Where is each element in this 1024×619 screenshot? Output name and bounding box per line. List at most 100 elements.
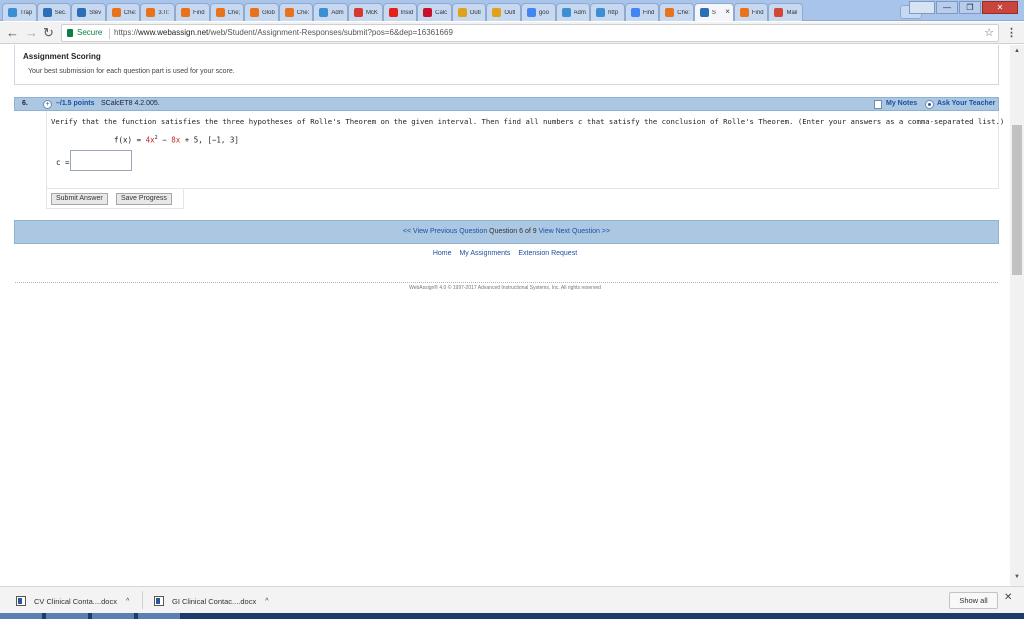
url-host: www.webassign.net [138,28,209,37]
next-question-link[interactable]: View Next Question >> [539,228,610,235]
question-header: 6. + –/1.5 points SCalcET8 4.2.005. My N… [14,97,999,111]
scoring-text: Your best submission for each question p… [28,68,235,75]
browser-tab[interactable]: Adm [555,3,591,21]
question-prompt: Verify that the function satisfies the t… [51,117,1004,126]
browser-tab[interactable]: Che: [659,3,694,21]
previous-question-link[interactable]: << View Previous Question [403,228,487,235]
chegg-icon [284,8,294,17]
maximize-button[interactable]: ❐ [959,1,981,14]
browser-tab[interactable]: Che: [278,3,314,21]
browser-window: Trap Sec. Stev Che: 3.IT: Find Che; Glob Che: Adm… [0,0,1024,619]
browser-tab[interactable]: McK [347,3,383,21]
browser-tab[interactable]: S × [693,3,734,21]
formula-term-2: 8x [171,135,181,145]
tab-label: Stev [89,9,102,16]
browser-tab[interactable]: Stev [71,3,106,21]
triangle-icon [596,8,606,17]
my-assignments-link[interactable]: My Assignments [459,250,510,257]
url-path: /web/Student/Assignment-Responses/submit… [208,28,453,37]
browser-tab[interactable]: goo [520,3,556,21]
taskbar-item[interactable] [92,613,134,619]
tab-close-icon[interactable]: × [725,7,730,16]
assignment-scoring-panel: Assignment Scoring Your best submission … [14,45,999,85]
umd-icon [423,8,433,17]
browser-tab[interactable]: Adm [313,3,348,21]
scoring-title: Assignment Scoring [23,52,101,61]
browser-tab[interactable]: http [590,3,625,21]
tab-label: Adm [573,9,586,16]
page-scrollbar[interactable]: ▲ ▼ [1010,45,1024,586]
url-text[interactable]: https://www.webassign.net/web/Student/As… [114,28,453,37]
browser-tab[interactable]: Outl [451,3,487,21]
scroll-down-arrow-icon[interactable]: ▼ [1014,574,1020,580]
browser-tab[interactable]: Outl [486,3,521,21]
browser-tab[interactable]: Mail [768,3,804,21]
submit-answer-button[interactable]: Submit Answer [51,193,108,205]
address-bar[interactable]: Secure https://www.webassign.net/web/Stu… [61,24,999,42]
chegg-icon [739,8,749,17]
tab-label: Insid [400,9,414,16]
tab-label: Mail [786,9,798,16]
tab-label: Sec. [54,9,67,16]
browser-tab[interactable]: Find [733,3,769,21]
browser-tab[interactable]: Che; [209,3,245,21]
scroll-up-arrow-icon[interactable]: ▲ [1014,48,1020,54]
ask-teacher-link[interactable]: Ask Your Teacher [937,100,995,107]
notes-icon[interactable] [874,100,882,109]
show-all-downloads-button[interactable]: Show all [949,592,998,609]
reload-icon[interactable]: ↻ [43,25,54,41]
secure-label: Secure [77,28,103,37]
forward-arrow-icon[interactable]: → [25,25,38,41]
webassign-icon [699,8,709,17]
outlook-icon [457,8,467,17]
download-item[interactable]: CV Clinical Conta....docx ^ [16,594,129,608]
browser-tab[interactable]: Sec. [36,3,72,21]
tab-strip: Trap Sec. Stev Che: 3.IT: Find Che; Glob Che: Adm… [0,0,1024,21]
tab-label: Find [192,9,205,16]
close-window-button[interactable]: ✕ [982,1,1018,14]
formula-mid: − [157,135,172,145]
back-arrow-icon[interactable]: ← [6,25,19,41]
browser-tab[interactable]: Insid [382,3,418,21]
download-options-caret-icon[interactable]: ^ [126,598,129,605]
answer-buttons: Submit Answer Save Progress [46,189,184,209]
taskbar [0,613,1024,619]
tab-label: Che; [227,9,241,16]
footer-divider [15,282,998,283]
browser-tab[interactable]: Glob [244,3,279,21]
question-number: 6. [22,100,28,107]
browser-tab[interactable]: Find [174,3,210,21]
download-item[interactable]: GI Clinical Contac....docx ^ [154,594,269,608]
user-profile-button[interactable] [909,1,935,14]
chegg-icon [665,8,675,17]
taskbar-item[interactable] [0,613,42,619]
bookmark-star-icon[interactable]: ☆ [984,26,994,39]
home-link[interactable]: Home [433,250,452,257]
ask-teacher-icon[interactable] [925,100,934,109]
download-options-caret-icon[interactable]: ^ [265,598,268,605]
triangle-icon [561,8,571,17]
chegg-icon [180,8,190,17]
expand-plus-icon[interactable]: + [43,100,52,109]
browser-tab[interactable]: Trap [2,3,37,21]
gmail-icon [774,8,784,17]
my-notes-link[interactable]: My Notes [886,100,917,107]
outlook-icon [492,8,502,17]
browser-tab[interactable]: Che: [105,3,141,21]
answer-input[interactable] [70,150,132,171]
tab-label: Adm [331,9,344,16]
taskbar-item[interactable] [46,613,88,619]
scrollbar-thumb[interactable] [1012,125,1022,275]
browser-tab[interactable]: Calc [417,3,452,21]
extension-request-link[interactable]: Extension Request [518,250,577,257]
download-separator [142,591,143,609]
menu-dots-icon[interactable]: ⋮ [1006,26,1017,39]
formula-rest: + 5, [−1, 3] [180,135,239,145]
browser-tab[interactable]: Find [624,3,660,21]
minimize-button[interactable]: — [936,1,958,14]
save-progress-button[interactable]: Save Progress [116,193,172,205]
taskbar-item[interactable] [138,613,180,619]
close-download-shelf-icon[interactable]: ✕ [1004,592,1012,603]
youtube-icon [388,8,398,17]
browser-tab[interactable]: 3.IT: [140,3,175,21]
